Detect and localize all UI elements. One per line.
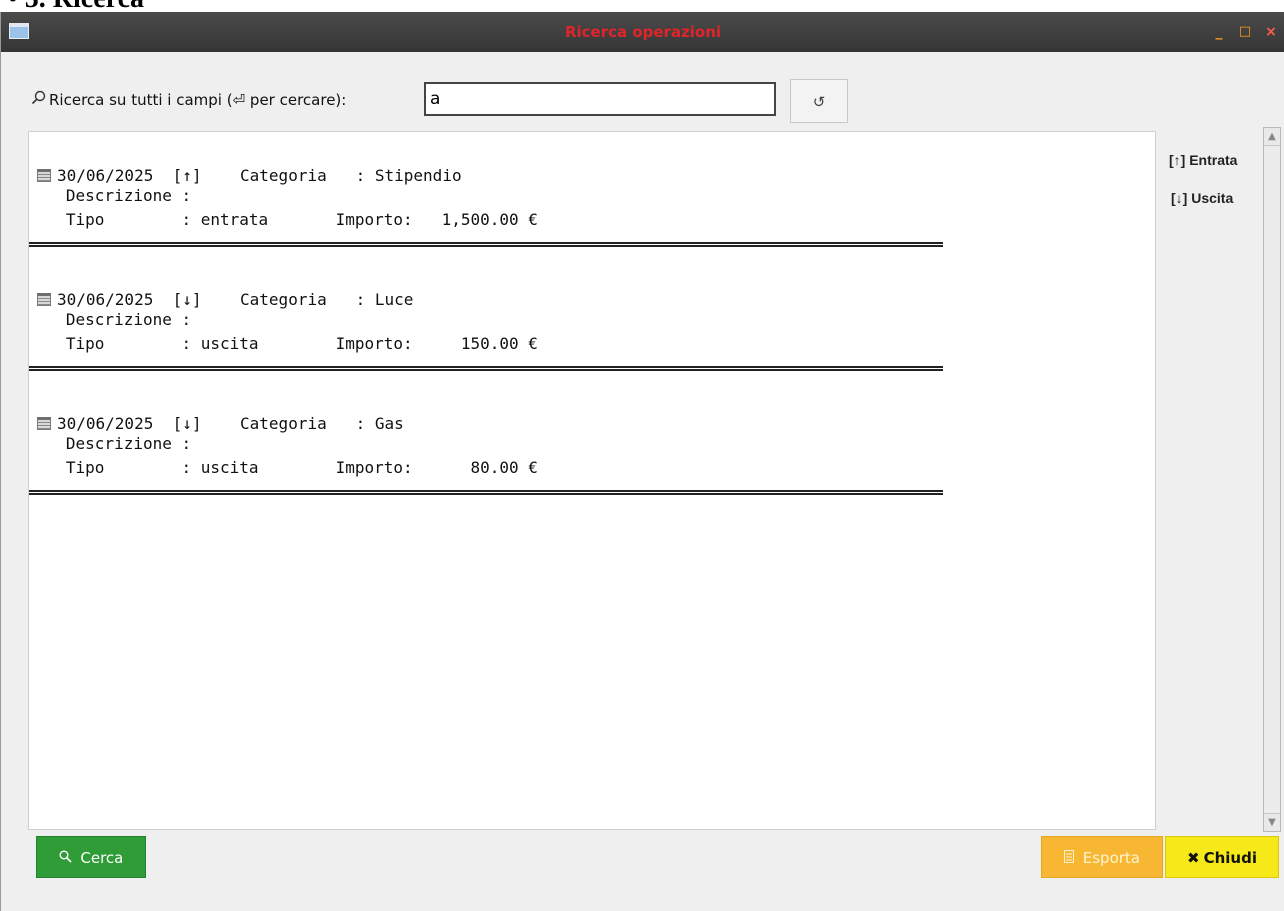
record-type-amount: Tipo : entrata Importo: 1,500.00 € [37, 210, 538, 229]
record-separator [29, 366, 943, 371]
record-description: Descrizione : [37, 310, 192, 329]
record-separator [29, 242, 943, 247]
document-heading: • 5. Ricerca [0, 0, 1284, 12]
refresh-icon: ↺ [812, 93, 826, 111]
scroll-down-arrow-icon[interactable]: ▼ [1264, 813, 1280, 831]
results-scrollbar[interactable]: ▲ ▼ [1263, 127, 1281, 832]
minimize-button[interactable]: _ [1209, 22, 1229, 42]
search-row: Ricerca su tutti i campi (⏎ per cercare)… [1, 52, 1284, 132]
record-header: 30/06/2025 [↓] Categoria : Luce [57, 290, 414, 309]
window-title: Ricerca operazioni [564, 23, 722, 41]
legend-entrata: [↑] Entrata [1169, 152, 1238, 168]
chiudi-button[interactable]: ✖ Chiudi [1165, 836, 1279, 878]
close-window-button[interactable]: × [1261, 22, 1281, 42]
title-bar: Ricerca operazioni _ □ × [1, 12, 1284, 52]
calendar-icon [37, 169, 51, 182]
cerca-button[interactable]: Cerca [36, 836, 146, 878]
search-window: Ricerca operazioni _ □ × Ricerca su tutt… [0, 12, 1284, 911]
legend-uscita: [↓] Uscita [1171, 190, 1234, 206]
search-label-text: Ricerca su tutti i campi (⏎ per cercare)… [49, 91, 347, 109]
magnifier-icon [59, 849, 77, 867]
results-list: 30/06/2025 [↑] Categoria : Stipendio Des… [28, 131, 1156, 830]
clipboard-icon [1063, 849, 1079, 867]
calendar-icon [37, 293, 51, 306]
chiudi-label: Chiudi [1203, 849, 1257, 867]
record-header: 30/06/2025 [↑] Categoria : Stipendio [57, 166, 462, 185]
scroll-up-arrow-icon[interactable]: ▲ [1264, 128, 1280, 146]
search-input[interactable] [424, 82, 776, 116]
magnifier-icon [31, 90, 49, 109]
cerca-label: Cerca [80, 849, 124, 867]
calendar-icon [37, 417, 51, 430]
esporta-label: Esporta [1082, 849, 1140, 867]
record-type-amount: Tipo : uscita Importo: 80.00 € [37, 458, 538, 477]
x-icon: ✖ [1187, 849, 1200, 867]
record-description: Descrizione : [37, 434, 192, 453]
esporta-button[interactable]: Esporta [1041, 836, 1163, 878]
record-separator [29, 490, 943, 495]
maximize-button[interactable]: □ [1235, 22, 1255, 42]
search-label: Ricerca su tutti i campi (⏎ per cercare)… [31, 90, 346, 109]
record-description: Descrizione : [37, 186, 192, 205]
refresh-button[interactable]: ↺ [790, 79, 848, 123]
record-type-amount: Tipo : uscita Importo: 150.00 € [37, 334, 538, 353]
record-header: 30/06/2025 [↓] Categoria : Gas [57, 414, 404, 433]
